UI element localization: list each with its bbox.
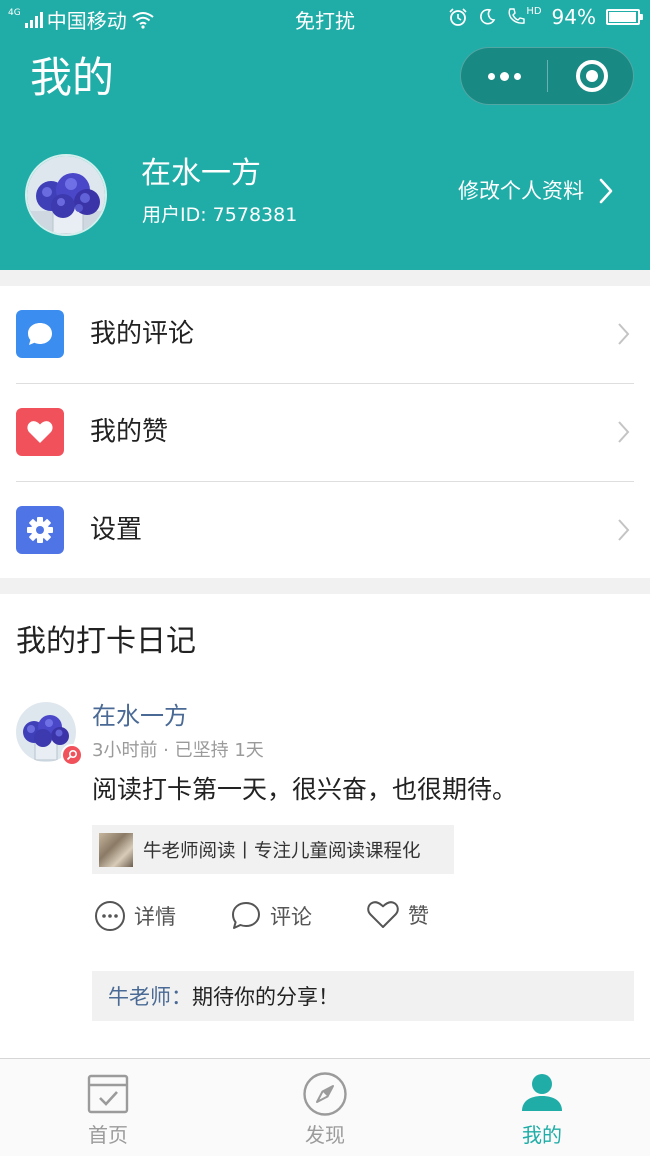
like-label: 赞	[408, 904, 429, 928]
comment-button[interactable]: 评论	[230, 900, 312, 932]
navigation-bar: 我的	[0, 34, 650, 124]
gear-icon	[16, 506, 64, 554]
heart-icon	[16, 408, 64, 456]
page-title: 我的	[30, 53, 115, 102]
battery-icon	[606, 9, 643, 25]
checkin-diary-section: 我的打卡日记 在水一方 3小时前 · 已坚持 1天 阅读打卡第一天，很兴奋，也很…	[0, 594, 650, 1060]
person-icon	[434, 1071, 650, 1115]
status-bar: 4G 中国移动 免打扰 HD 94%	[0, 0, 650, 34]
hd-label: HD	[526, 6, 542, 17]
profile-user-id: 用户ID: 7578381	[142, 204, 298, 226]
detail-button[interactable]: 详情	[94, 900, 176, 932]
comment-icon	[232, 902, 260, 929]
target-icon	[576, 60, 608, 92]
tab-discover[interactable]: 发现	[217, 1059, 433, 1156]
signal-icon	[24, 11, 43, 28]
tab-label: 首页	[88, 1123, 128, 1147]
edit-profile-link[interactable]: 修改个人资料	[458, 176, 614, 206]
post-link-card[interactable]: 牛老师阅读丨专注儿童阅读课程化	[92, 825, 454, 874]
chevron-right-icon	[618, 421, 630, 443]
tab-label: 我的	[522, 1123, 562, 1147]
link-title: 牛老师阅读丨专注儿童阅读课程化	[143, 840, 421, 862]
close-button[interactable]	[549, 48, 635, 104]
profile-username: 在水一方	[141, 156, 261, 191]
post-meta: 3小时前 · 已坚持 1天	[92, 740, 264, 761]
ellipsis-icon	[513, 72, 521, 80]
tab-bar: 首页 发现 我的	[0, 1058, 650, 1156]
post-author[interactable]: 在水一方	[92, 700, 188, 732]
moon-icon	[480, 8, 496, 25]
menu-label: 我的赞	[90, 417, 169, 447]
hd-call-indicator: HD	[506, 6, 542, 27]
battery-percent: 94%	[551, 5, 596, 29]
profile-header: 在水一方 用户ID: 7578381 修改个人资料	[0, 124, 650, 270]
comment-label: 评论	[270, 905, 312, 929]
menu-item-settings[interactable]: 设置	[0, 482, 650, 579]
chevron-right-icon	[618, 519, 630, 541]
status-right: HD 94%	[448, 5, 643, 29]
more-circle-icon	[95, 901, 125, 931]
tab-mine[interactable]: 我的	[434, 1059, 650, 1156]
menu-label: 我的评论	[90, 319, 195, 349]
status-left: 4G 中国移动	[8, 5, 155, 34]
carrier-name: 中国移动	[46, 9, 127, 33]
reply-text: 期待你的分享！	[192, 985, 339, 1009]
reply-item: 牛老师： 期待你的分享！	[92, 971, 634, 1021]
tab-label: 发现	[305, 1123, 345, 1147]
calendar-check-icon	[0, 1071, 216, 1115]
menu-item-my-comments[interactable]: 我的评论	[0, 286, 650, 383]
more-button[interactable]	[461, 48, 547, 104]
hydrangea-photo-icon	[27, 156, 105, 234]
chevron-right-icon	[618, 323, 630, 345]
edit-profile-label: 修改个人资料	[458, 179, 584, 203]
miniprogram-capsule	[460, 47, 634, 105]
ellipsis-icon	[499, 71, 509, 81]
alarm-icon	[449, 8, 467, 26]
avatar[interactable]	[25, 154, 107, 236]
reply-author[interactable]: 牛老师：	[108, 981, 192, 1011]
network-type: 4G	[8, 8, 21, 18]
menu-label: 设置	[90, 515, 143, 545]
ellipsis-icon	[487, 72, 495, 80]
heart-icon	[367, 901, 399, 928]
chevron-right-icon	[599, 178, 613, 204]
link-thumbnail	[99, 832, 133, 867]
tab-home[interactable]: 首页	[0, 1059, 216, 1156]
like-button[interactable]: 赞	[366, 900, 429, 930]
phone-icon	[508, 8, 526, 24]
wifi-icon	[132, 11, 154, 29]
comment-icon	[16, 310, 64, 358]
detail-label: 详情	[134, 905, 176, 929]
menu-item-my-likes[interactable]: 我的赞	[0, 384, 650, 481]
section-title: 我的打卡日记	[16, 624, 196, 659]
search-badge-icon	[61, 744, 83, 766]
capsule-divider	[547, 60, 548, 92]
post-content: 阅读打卡第一天，很兴奋，也很期待。	[92, 775, 518, 804]
menu-list: 我的评论 我的赞 设置	[0, 286, 650, 578]
compass-icon	[217, 1071, 433, 1117]
